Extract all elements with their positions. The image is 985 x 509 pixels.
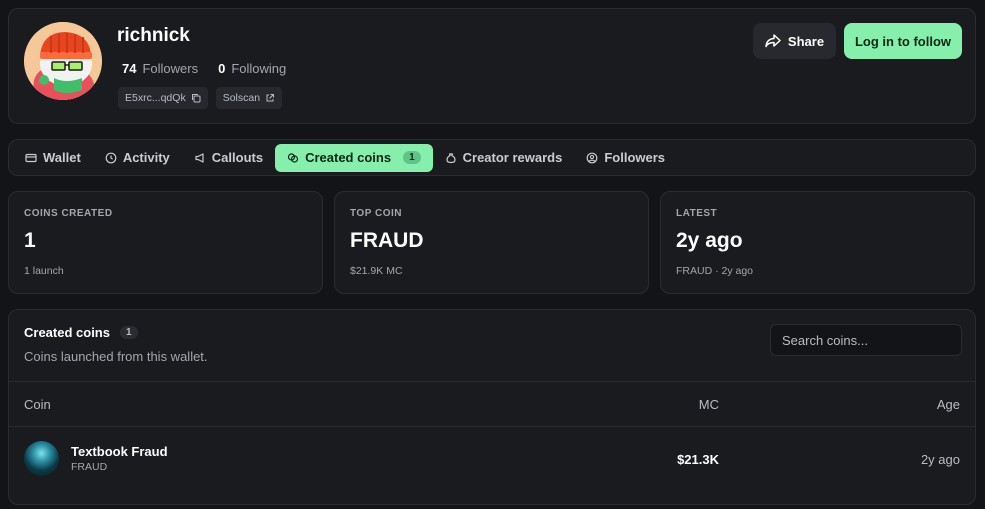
tab-count-badge: 1 xyxy=(403,151,421,164)
following-stat[interactable]: 0 Following xyxy=(218,61,286,76)
stat-card-latest: LATEST 2y ago FRAUD · 2y ago xyxy=(660,191,975,294)
tab-activity[interactable]: Activity xyxy=(93,144,182,172)
tab-label: Followers xyxy=(604,150,666,165)
section-count-badge: 1 xyxy=(119,326,138,339)
coin-market-cap: $21.3K xyxy=(677,452,719,467)
section-title: Created coins xyxy=(24,325,110,340)
profile-tabs: Wallet Activity Callouts Created coins 1… xyxy=(8,139,976,176)
followers-count: 74 xyxy=(122,61,137,76)
wallet-address-chip[interactable]: E5xrc...qdQk xyxy=(118,87,208,109)
column-header-mc[interactable]: MC xyxy=(699,397,719,412)
stat-value: 2y ago xyxy=(676,229,743,252)
created-coins-panel: Created coins 1 Coins launched from this… xyxy=(8,309,976,505)
stat-card-top-coin: TOP COIN FRAUD $21.9K MC xyxy=(334,191,649,294)
megaphone-icon xyxy=(195,152,204,163)
tab-creator-rewards[interactable]: Creator rewards xyxy=(433,144,575,172)
search-coins-input[interactable] xyxy=(770,324,962,356)
column-header-age[interactable]: Age xyxy=(937,397,960,412)
tab-label: Created coins xyxy=(305,150,392,165)
section-header: Created coins 1 xyxy=(24,325,138,340)
divider xyxy=(9,426,975,427)
stat-label: COINS CREATED xyxy=(24,208,113,219)
share-icon xyxy=(765,34,781,48)
tab-label: Activity xyxy=(122,150,170,165)
tab-label: Wallet xyxy=(43,150,81,165)
divider xyxy=(9,381,975,382)
stat-card-coins-created: COINS CREATED 1 1 launch xyxy=(8,191,323,294)
stat-subtext: FRAUD · 2y ago xyxy=(676,265,754,277)
tab-wallet[interactable]: Wallet xyxy=(13,144,93,172)
followers-stat[interactable]: 74 Followers xyxy=(122,61,198,76)
wallet-address: E5xrc...qdQk xyxy=(125,92,186,104)
moneybag-icon xyxy=(446,152,456,163)
profile-card: richnick 74 Followers 0 Following E5xrc...… xyxy=(8,8,976,124)
stat-value: 1 xyxy=(24,229,36,252)
avatar xyxy=(24,22,102,100)
clock-icon xyxy=(105,152,117,163)
copy-icon[interactable] xyxy=(191,93,201,103)
stat-label: TOP COIN xyxy=(350,208,402,219)
coin-ticker: FRAUD xyxy=(71,461,108,473)
stat-label: LATEST xyxy=(676,208,718,219)
coins-icon xyxy=(287,152,299,163)
stat-value: FRAUD xyxy=(350,229,424,252)
address-chips: E5xrc...qdQk Solscan xyxy=(118,87,283,109)
tab-followers[interactable]: Followers xyxy=(574,144,677,172)
following-label: Following xyxy=(231,61,287,76)
login-to-follow-button[interactable]: Log in to follow xyxy=(844,23,962,59)
wallet-icon xyxy=(25,153,37,162)
section-description: Coins launched from this wallet. xyxy=(24,349,208,364)
stat-subtext: $21.9K MC xyxy=(350,265,403,277)
coin-name[interactable]: Textbook Fraud xyxy=(71,444,168,459)
username: richnick xyxy=(117,25,190,46)
solscan-label: Solscan xyxy=(222,92,261,104)
user-circle-icon xyxy=(586,152,598,163)
share-label: Share xyxy=(787,33,825,49)
follow-stats: 74 Followers 0 Following xyxy=(122,61,286,76)
avatar-illustration xyxy=(24,22,102,100)
stat-subtext: 1 launch xyxy=(24,265,64,277)
tab-label: Callouts xyxy=(211,150,264,165)
followers-label: Followers xyxy=(142,61,199,76)
coin-age: 2y ago xyxy=(920,452,960,467)
tab-callouts[interactable]: Callouts xyxy=(182,144,275,172)
external-link-icon xyxy=(266,94,275,102)
solscan-link[interactable]: Solscan xyxy=(215,87,283,109)
tab-label: Creator rewards xyxy=(462,150,563,165)
column-header-coin: Coin xyxy=(24,397,51,412)
coin-logo xyxy=(24,441,59,476)
share-button[interactable]: Share xyxy=(753,23,836,59)
following-count: 0 xyxy=(218,61,226,76)
tab-created-coins[interactable]: Created coins 1 xyxy=(275,143,433,172)
